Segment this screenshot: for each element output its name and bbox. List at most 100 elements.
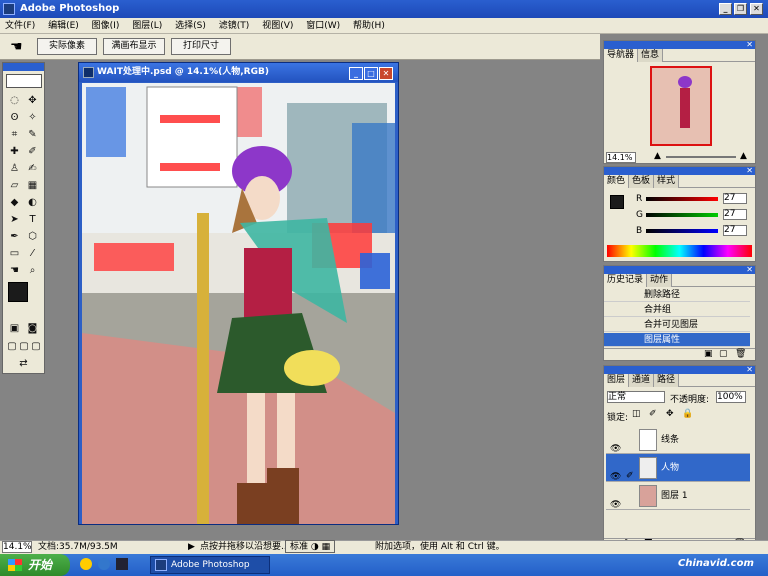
- document-titlebar[interactable]: WAIT处理中.psd @ 14.1%(人物,RGB) _ □ ✕: [79, 63, 398, 82]
- close-button[interactable]: ✕: [750, 3, 763, 15]
- tab-styles[interactable]: 样式: [654, 175, 680, 188]
- zoom-slider[interactable]: [666, 156, 736, 158]
- screen-mode-1-icon[interactable]: ▢: [6, 339, 18, 355]
- screen-mode-3-icon[interactable]: ▢: [30, 339, 42, 355]
- fit-screen-button[interactable]: 满画布显示: [103, 38, 165, 55]
- tab-info[interactable]: 信息: [638, 49, 664, 62]
- doc-minimize-button[interactable]: _: [349, 67, 363, 80]
- color-fg-swatch[interactable]: [610, 195, 624, 209]
- eye-icon[interactable]: 👁: [610, 491, 621, 519]
- navigator-zoom-field[interactable]: 14.1%: [606, 152, 636, 163]
- minimize-button[interactable]: _: [719, 3, 732, 15]
- tab-actions[interactable]: 动作: [647, 274, 673, 287]
- image-canvas[interactable]: [82, 83, 395, 524]
- marquee-tool-icon[interactable]: ◌: [6, 93, 23, 109]
- eraser-tool-icon[interactable]: ▱: [6, 178, 23, 194]
- lock-all-icon[interactable]: 🔒: [682, 409, 693, 419]
- foreground-color-swatch[interactable]: [8, 282, 28, 302]
- start-button[interactable]: 开始: [0, 554, 70, 576]
- history-item[interactable]: 合并组: [604, 303, 750, 317]
- zoom-out-icon[interactable]: ▲: [654, 151, 661, 161]
- notes-tool-icon[interactable]: ▭: [6, 246, 23, 262]
- panel-close-icon[interactable]: ✕: [746, 40, 753, 49]
- quickmask-on-icon[interactable]: ◙: [24, 321, 41, 337]
- path-select-icon[interactable]: ➤: [6, 212, 23, 228]
- new-document-icon[interactable]: ▣: [704, 349, 713, 359]
- history-item-selected[interactable]: 图层属性: [604, 333, 750, 347]
- healing-brush-icon[interactable]: ✚: [6, 144, 23, 160]
- taskbar-app-button[interactable]: Adobe Photoshop: [150, 556, 270, 574]
- doc-maximize-button[interactable]: □: [364, 67, 378, 80]
- zoom-in-icon[interactable]: ▲: [740, 151, 747, 161]
- tab-paths[interactable]: 路径: [654, 374, 680, 387]
- status-zoom-field[interactable]: 14.1%: [2, 541, 32, 553]
- actual-pixels-button[interactable]: 实际像素: [37, 38, 97, 55]
- tab-channels[interactable]: 通道: [629, 374, 655, 387]
- move-tool-icon[interactable]: ✥: [24, 93, 41, 109]
- g-slider[interactable]: [646, 213, 718, 217]
- history-item[interactable]: 合并可见图层: [604, 318, 750, 332]
- menu-select[interactable]: 选择(S): [170, 18, 211, 34]
- new-snapshot-icon[interactable]: ▢: [719, 349, 728, 359]
- brush-tool-icon[interactable]: ✐: [24, 144, 41, 160]
- stamp-tool-icon[interactable]: ♙: [6, 161, 23, 177]
- panel-close-icon[interactable]: ✕: [746, 166, 753, 175]
- restore-button[interactable]: ❐: [734, 3, 747, 15]
- gradient-tool-icon[interactable]: ▦: [24, 178, 41, 194]
- jump-to-imageready-icon[interactable]: ⇄: [15, 356, 32, 372]
- navigator-thumbnail[interactable]: [650, 66, 712, 146]
- document-window[interactable]: WAIT处理中.psd @ 14.1%(人物,RGB) _ □ ✕: [78, 62, 399, 525]
- print-size-button[interactable]: 打印尺寸: [171, 38, 231, 55]
- quickmask-off-icon[interactable]: ▣: [6, 321, 23, 337]
- blend-mode-select[interactable]: 正常: [607, 391, 665, 403]
- quicklaunch-icon[interactable]: [80, 558, 92, 570]
- zoom-tool-icon[interactable]: ⌕: [24, 263, 41, 279]
- ime-toolbar[interactable]: 标准 ◑ ▦: [285, 540, 336, 553]
- eyedropper-icon[interactable]: ⁄: [24, 246, 41, 262]
- tab-layers[interactable]: 图层: [604, 374, 630, 387]
- ie-icon[interactable]: [98, 558, 110, 570]
- play-arrow-icon[interactable]: ▶: [188, 541, 195, 554]
- menu-help[interactable]: 帮助(H): [348, 18, 390, 34]
- blur-tool-icon[interactable]: ◆: [6, 195, 23, 211]
- type-tool-icon[interactable]: T: [24, 212, 41, 228]
- adobe-online-icon[interactable]: [6, 74, 42, 88]
- b-value-field[interactable]: 27: [723, 225, 747, 236]
- lasso-tool-icon[interactable]: ʘ: [6, 110, 23, 126]
- tab-navigator[interactable]: 导航器: [604, 49, 639, 62]
- r-value-field[interactable]: 27: [723, 193, 747, 204]
- lock-transparent-icon[interactable]: ◫: [632, 409, 641, 419]
- shape-tool-icon[interactable]: ⬡: [24, 229, 41, 245]
- slice-tool-icon[interactable]: ✎: [24, 127, 41, 143]
- tab-swatches[interactable]: 色板: [629, 175, 655, 188]
- menu-edit[interactable]: 编辑(E): [43, 18, 84, 34]
- menu-file[interactable]: 文件(F): [0, 18, 40, 34]
- menu-image[interactable]: 图像(I): [87, 18, 125, 34]
- opacity-field[interactable]: 100%: [716, 391, 746, 403]
- lock-image-icon[interactable]: ✐: [649, 409, 657, 419]
- screen-mode-2-icon[interactable]: ▢: [18, 339, 30, 355]
- layer-row[interactable]: 👁 图层 1: [606, 482, 750, 510]
- panel-close-icon[interactable]: ✕: [746, 265, 753, 274]
- history-brush-icon[interactable]: ✍: [24, 161, 41, 177]
- crop-tool-icon[interactable]: ⌗: [6, 127, 23, 143]
- menu-window[interactable]: 窗口(W): [301, 18, 345, 34]
- r-slider[interactable]: [646, 197, 718, 201]
- pen-tool-icon[interactable]: ✒: [6, 229, 23, 245]
- dodge-tool-icon[interactable]: ◐: [24, 195, 41, 211]
- b-slider[interactable]: [646, 229, 718, 233]
- layer-row-selected[interactable]: 👁 ✐ 人物: [606, 454, 750, 482]
- lock-position-icon[interactable]: ✥: [666, 409, 674, 419]
- panel-close-icon[interactable]: ✕: [746, 365, 753, 374]
- tab-history[interactable]: 历史记录: [604, 274, 648, 287]
- trash-icon[interactable]: 🗑: [735, 349, 746, 359]
- desktop-icon[interactable]: [116, 558, 128, 570]
- g-value-field[interactable]: 27: [723, 209, 747, 220]
- menu-view[interactable]: 视图(V): [257, 18, 298, 34]
- layer-row[interactable]: 👁 线条: [606, 426, 750, 454]
- tab-color[interactable]: 颜色: [604, 175, 630, 188]
- history-item[interactable]: 删除路径: [604, 288, 750, 302]
- menu-filter[interactable]: 滤镜(T): [214, 18, 255, 34]
- magic-wand-icon[interactable]: ✧: [24, 110, 41, 126]
- doc-close-button[interactable]: ✕: [379, 67, 393, 80]
